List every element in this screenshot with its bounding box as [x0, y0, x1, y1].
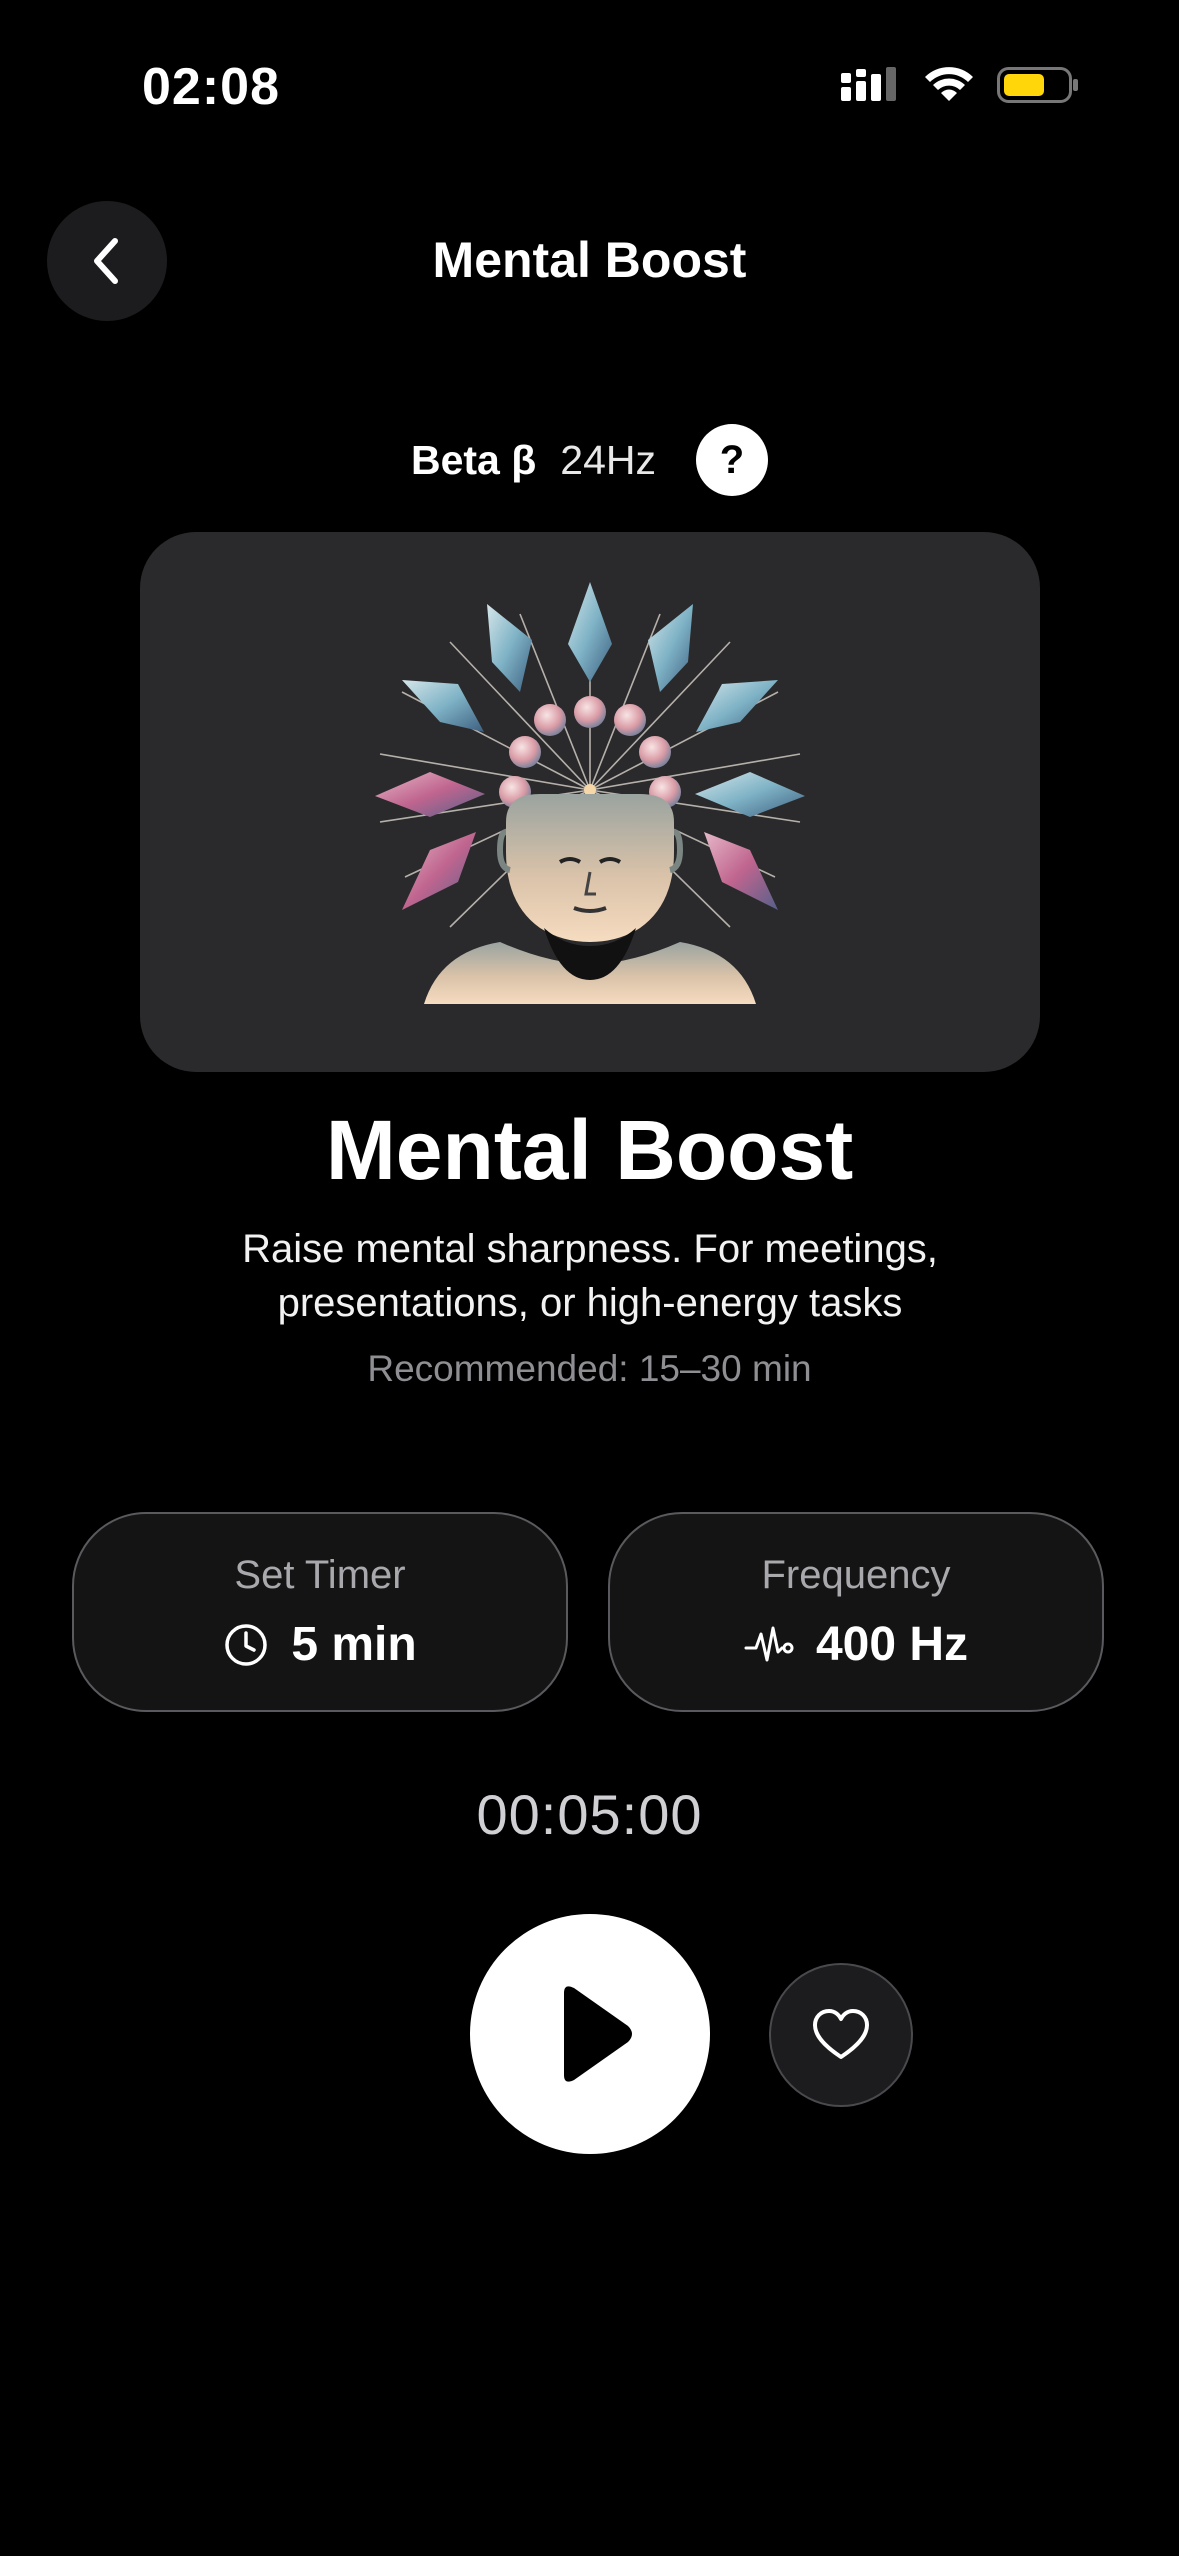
session-description: Raise mental sharpness. For meetings, pr… — [242, 1227, 938, 1325]
heart-icon — [813, 2009, 869, 2059]
waveform-icon — [744, 1626, 794, 1662]
wave-name: Beta β — [410, 436, 537, 483]
play-button[interactable] — [470, 1914, 710, 2154]
session-title: Mental Boost — [325, 1103, 854, 1197]
clock-icon — [225, 1624, 268, 1666]
page-title: Mental Boost — [432, 232, 747, 288]
frequency-value: 400 Hz — [815, 1618, 969, 1671]
set-timer-label: Set Timer — [234, 1553, 406, 1597]
help-button[interactable]: ? — [696, 424, 768, 496]
set-timer-value-row: 5 min — [223, 1615, 417, 1675]
wifi-icon — [925, 67, 973, 101]
battery-icon — [997, 67, 1078, 103]
countdown-timer: 00:05:00 — [476, 1783, 703, 1846]
frequency-label: Frequency — [761, 1553, 951, 1597]
status-time: 02:08 — [142, 58, 280, 116]
frequency-button[interactable]: Frequency 400 Hz — [608, 1512, 1104, 1712]
head-crystal-crown-illustration — [375, 582, 805, 1004]
favorite-button[interactable] — [769, 1963, 913, 2107]
status-icons — [841, 60, 1079, 110]
set-timer-button[interactable]: Set Timer 5 min — [72, 1512, 568, 1712]
set-timer-value: 5 min — [291, 1618, 417, 1671]
play-icon — [564, 1986, 632, 2082]
recommended-duration: Recommended: 15–30 min — [367, 1348, 812, 1389]
hero-card — [140, 532, 1040, 1072]
wave-frequency: 24Hz — [560, 436, 656, 483]
wave-info-row: Beta β 24Hz ? — [0, 424, 1179, 496]
cellular-signal-icon — [841, 67, 896, 101]
frequency-value-row: 400 Hz — [744, 1615, 968, 1675]
